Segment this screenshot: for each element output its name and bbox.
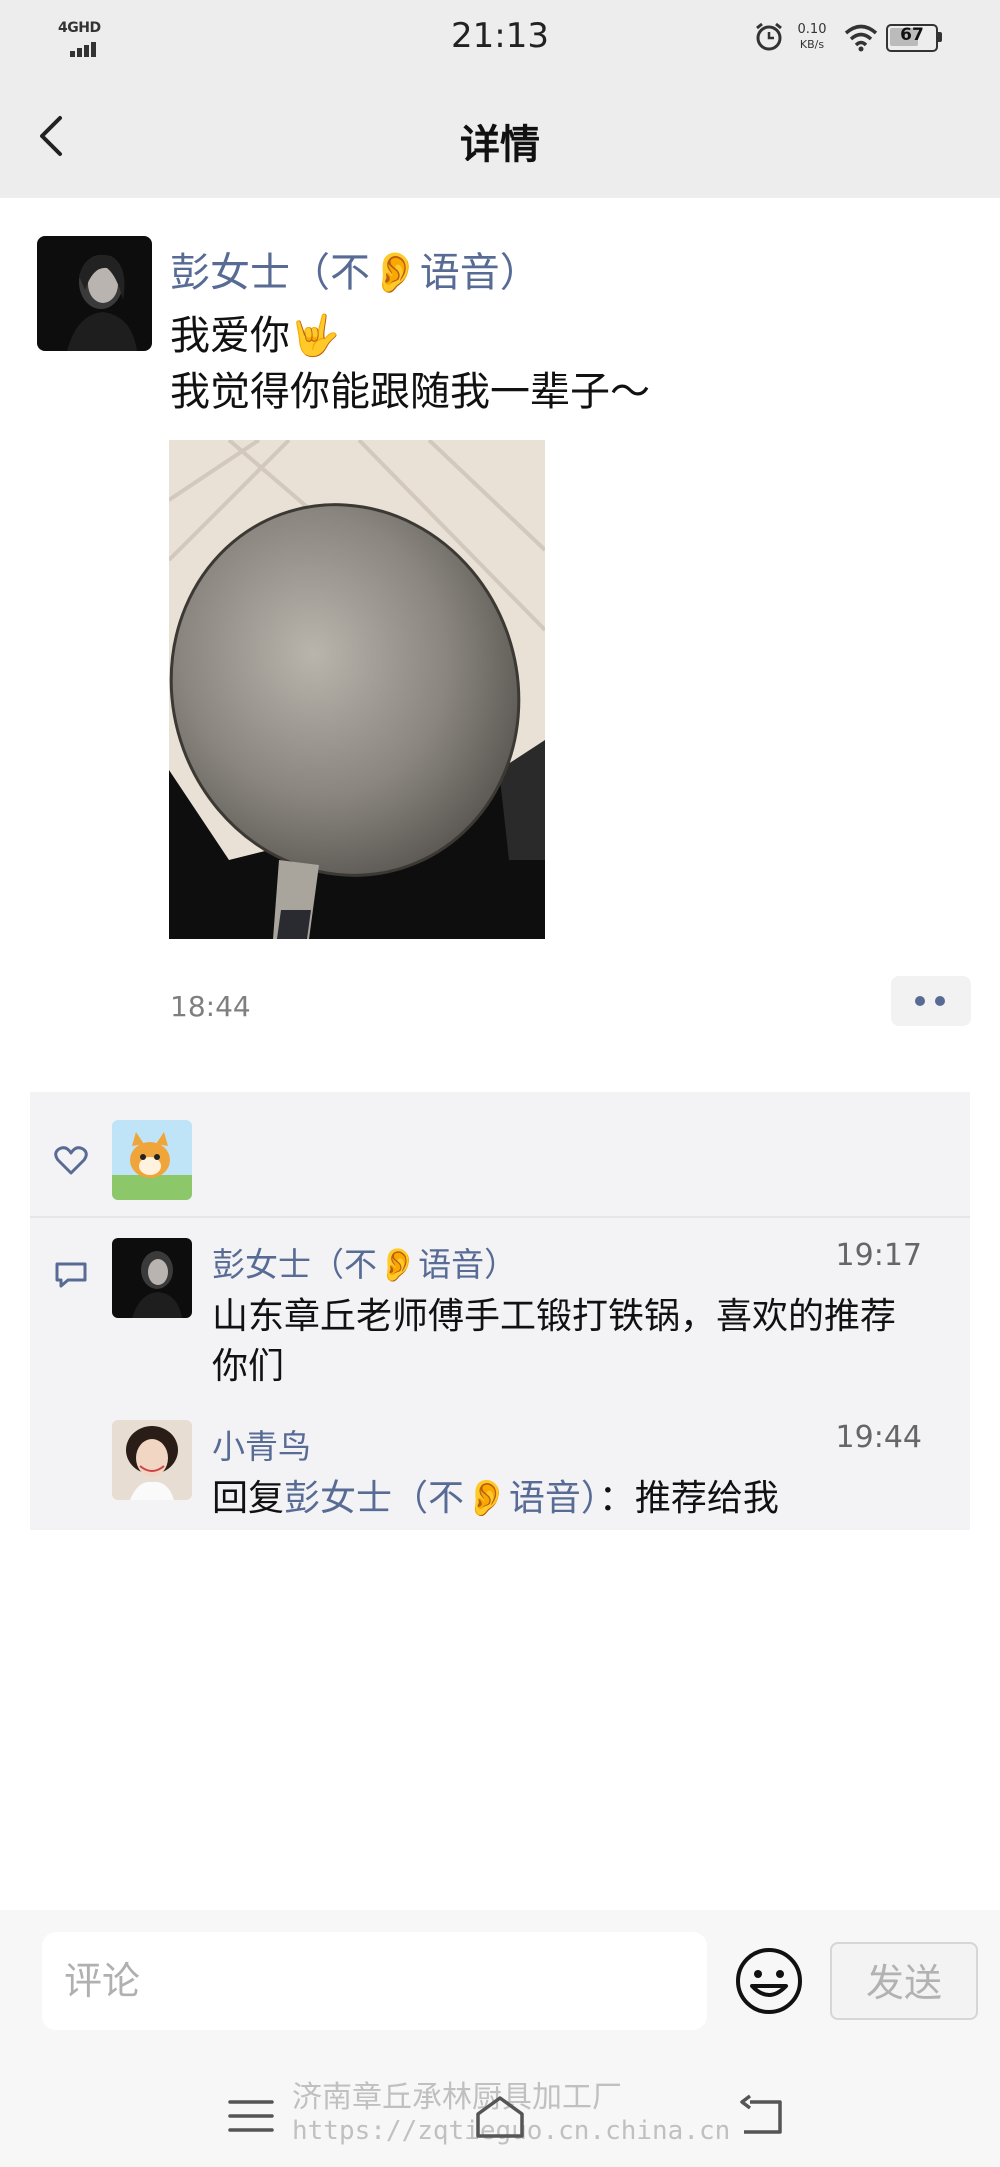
heart-outline-icon bbox=[54, 1146, 88, 1175]
menu-icon[interactable] bbox=[226, 2094, 276, 2138]
commenter-avatar[interactable] bbox=[112, 1420, 192, 1500]
post-author-avatar[interactable] bbox=[37, 236, 152, 351]
battery-icon: 67 bbox=[886, 24, 942, 52]
comment-bubble-icon bbox=[55, 1262, 87, 1288]
comment-item[interactable]: 小青鸟 19:44 回复彭女士（不👂语音）：推荐给我 bbox=[112, 1420, 952, 1520]
comment-text: 回复彭女士（不👂语音）：推荐给我 bbox=[212, 1474, 922, 1524]
nav-bar: 详情 bbox=[0, 76, 1000, 198]
reply-prefix: 回复 bbox=[212, 1478, 285, 1519]
commenter-avatar[interactable] bbox=[112, 1238, 192, 1318]
battery-level: 67 bbox=[900, 25, 924, 45]
divider bbox=[30, 1216, 970, 1218]
send-button[interactable]: 发送 bbox=[830, 1942, 978, 2020]
reply-to-name[interactable]: 彭女士（不👂语音） bbox=[284, 1478, 599, 1519]
back-icon[interactable] bbox=[736, 2094, 788, 2138]
alarm-icon bbox=[756, 22, 782, 51]
liker-avatar[interactable] bbox=[112, 1120, 192, 1200]
network-speed: 0.10 KB/s bbox=[792, 22, 832, 52]
more-options-button[interactable] bbox=[891, 976, 971, 1026]
page-title: 详情 bbox=[460, 122, 540, 168]
network-speed-unit: KB/s bbox=[799, 38, 825, 51]
post-text: 我爱你🤟 我觉得你能跟随我一辈子～ bbox=[170, 313, 650, 415]
comment-time: 19:44 bbox=[835, 1420, 922, 1455]
interactions-panel: 彭女士（不👂语音） 19:17 山东章丘老师傅手工锻打铁锅，喜欢的推荐你们 小青… bbox=[30, 1092, 970, 1530]
commenter-name[interactable]: 彭女士（不👂语音） bbox=[212, 1238, 517, 1286]
post-photo-wok[interactable] bbox=[169, 440, 545, 939]
network-speed-value: 0.10 bbox=[797, 22, 827, 37]
post-author-name[interactable]: 彭女士（不👂语音） bbox=[170, 240, 540, 298]
post-time: 18:44 bbox=[170, 990, 251, 1023]
emoji-icon[interactable] bbox=[734, 1946, 804, 2016]
comment-input-bar: 发送 bbox=[0, 1910, 1000, 2070]
watermark-text: 济南章丘承林厨具加工厂 bbox=[292, 2080, 622, 2115]
status-bar: 4GHD 21:13 0.10 KB/s 67 bbox=[0, 0, 1000, 76]
comment-item[interactable]: 彭女士（不👂语音） 19:17 山东章丘老师傅手工锻打铁锅，喜欢的推荐你们 bbox=[112, 1238, 952, 1398]
comment-input[interactable] bbox=[42, 1932, 707, 2030]
likes-row bbox=[30, 1092, 970, 1216]
watermark-url: https://zqtieguo.cn.china.cn bbox=[292, 2116, 731, 2146]
reply-text: ：推荐给我 bbox=[598, 1478, 779, 1519]
wifi-icon bbox=[844, 24, 878, 52]
comment-time: 19:17 bbox=[835, 1238, 922, 1273]
comment-text: 山东章丘老师傅手工锻打铁锅，喜欢的推荐你们 bbox=[212, 1296, 897, 1387]
commenter-name[interactable]: 小青鸟 bbox=[212, 1420, 311, 1468]
